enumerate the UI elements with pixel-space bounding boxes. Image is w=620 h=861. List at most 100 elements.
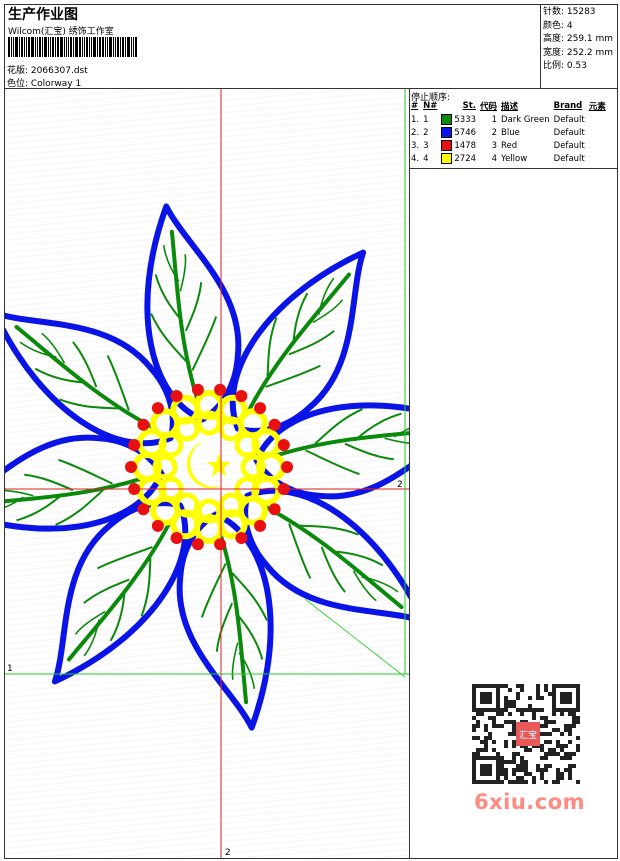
qr-module <box>512 728 516 732</box>
qr-module <box>568 752 572 756</box>
barcode <box>8 37 140 57</box>
col-element: 元素 <box>588 102 606 112</box>
qr-module <box>512 760 516 764</box>
red-bead <box>137 503 150 516</box>
barcode-bar <box>66 37 67 57</box>
qr-module <box>520 684 524 688</box>
barcode-bar <box>105 37 106 57</box>
barcode-bar <box>91 37 92 57</box>
qr-module <box>524 760 528 764</box>
qr-module <box>540 732 544 736</box>
panel-divider <box>409 88 410 859</box>
qr-module <box>516 780 520 784</box>
qr-module <box>476 712 480 716</box>
qr-module <box>520 764 524 768</box>
barcode-bar <box>19 37 20 57</box>
barcode-bar <box>35 37 36 57</box>
barcode-bar <box>57 37 59 57</box>
qr-module <box>516 696 520 700</box>
qr-module <box>536 764 540 768</box>
qr-module <box>500 724 504 728</box>
qr-module <box>572 716 576 720</box>
qr-module <box>556 752 560 756</box>
qr-module <box>528 696 532 700</box>
qr-module <box>476 724 480 728</box>
red-bead <box>254 519 267 532</box>
barcode-bar <box>52 37 54 57</box>
qr-module <box>552 712 556 716</box>
qr-module <box>512 780 516 784</box>
qr-module <box>552 720 556 724</box>
stop-row: 1. 1 5333 1 Dark Green Default <box>410 113 609 126</box>
watermark-logo: 6xiu.com <box>474 790 586 814</box>
qr-module <box>552 728 556 732</box>
qr-module <box>544 740 548 744</box>
qr-finder <box>560 692 572 704</box>
qr-module <box>564 728 568 732</box>
qr-module <box>540 708 544 712</box>
red-bead <box>235 532 248 544</box>
qr-module <box>524 708 528 712</box>
barcode-bar <box>15 37 18 57</box>
qr-module <box>544 756 548 760</box>
barcode-bar <box>127 37 130 57</box>
qr-module <box>524 768 528 772</box>
qr-module <box>560 744 564 748</box>
qr-module <box>556 772 560 776</box>
qr-module <box>512 724 516 728</box>
stop-code: 1 <box>491 114 498 125</box>
qr-module <box>500 764 504 768</box>
red-bead <box>170 532 183 544</box>
red-bead <box>191 383 204 396</box>
qr-module <box>512 700 516 704</box>
qr-module <box>548 732 552 736</box>
qr-module <box>536 708 540 712</box>
qr-module <box>476 752 480 756</box>
qr-module <box>492 740 496 744</box>
stop-row: 2. 2 5746 2 Blue Default <box>410 126 609 139</box>
barcode-bar <box>64 37 65 57</box>
barcode-bar <box>50 37 51 57</box>
qr-module <box>560 772 564 776</box>
qr-module <box>508 704 512 708</box>
red-bead <box>281 461 293 473</box>
qr-module <box>500 780 504 784</box>
barcode-bar <box>21 37 23 57</box>
qr-module <box>560 748 564 752</box>
barcode-bar <box>89 37 90 57</box>
qr-module <box>500 708 504 712</box>
qr-module <box>572 764 576 768</box>
qr-module <box>496 752 500 756</box>
barcode-bar <box>31 37 34 57</box>
qr-module <box>560 776 564 780</box>
design-canvas[interactable] <box>5 89 409 858</box>
barcode-bar <box>109 37 112 57</box>
stop-needle: 3 <box>423 140 429 151</box>
qr-module <box>548 692 552 696</box>
qr-module <box>576 716 580 720</box>
stops-divider <box>409 168 618 169</box>
red-bead <box>277 439 290 451</box>
qr-module <box>512 752 516 756</box>
red-bead <box>214 538 227 551</box>
qr-module <box>500 772 504 776</box>
barcode-bar <box>107 37 108 57</box>
qr-module <box>576 780 580 784</box>
qr-module <box>544 732 548 736</box>
qr-module <box>560 732 564 736</box>
qr-module <box>520 776 524 780</box>
flower-motif <box>5 199 409 735</box>
qr-module <box>572 752 576 756</box>
qr-module <box>484 736 488 740</box>
qr-module <box>472 752 476 756</box>
barcode-bar <box>86 37 88 57</box>
barcode-bar <box>120 37 121 57</box>
qr-module <box>512 740 516 744</box>
col-stitches: St. <box>462 101 477 111</box>
qr-module <box>508 780 512 784</box>
color-swatch <box>441 127 453 138</box>
qr-module <box>540 748 544 752</box>
red-bead <box>235 390 248 402</box>
col-needle: N# <box>423 101 438 111</box>
qr-module <box>512 772 516 776</box>
